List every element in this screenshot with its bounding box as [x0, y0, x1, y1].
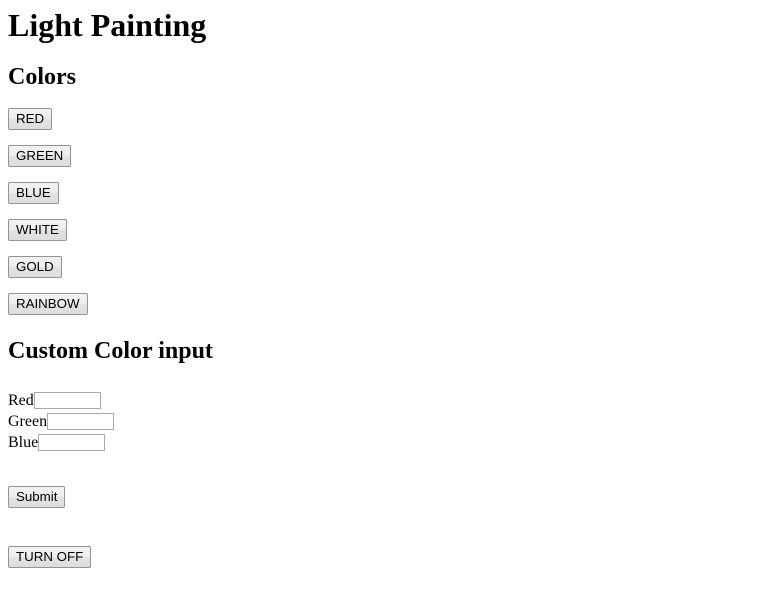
green-input[interactable]: [47, 412, 115, 430]
white-button[interactable]: WHITE: [8, 218, 67, 241]
red-button[interactable]: RED: [8, 107, 53, 130]
rainbow-button[interactable]: RAINBOW: [8, 292, 88, 315]
green-field-label: Green: [8, 412, 48, 430]
turn-off-button[interactable]: TURN OFF: [8, 545, 92, 568]
blue-button[interactable]: BLUE: [8, 181, 59, 204]
green-button[interactable]: GREEN: [8, 144, 72, 167]
red-field-row: Red: [8, 390, 750, 411]
red-field-label: Red: [8, 391, 34, 409]
red-input[interactable]: [33, 391, 101, 409]
custom-color-form: Red Green Blue Submit: [8, 390, 750, 508]
turn-off-row: TURN OFF: [8, 545, 750, 568]
blue-input[interactable]: [38, 433, 106, 451]
custom-color-section-heading: Custom Color input: [8, 337, 213, 364]
submit-button[interactable]: Submit: [8, 485, 66, 508]
gold-button[interactable]: GOLD: [8, 255, 62, 278]
blue-field-label: Blue: [8, 433, 39, 451]
colors-section-heading: Colors: [8, 64, 76, 91]
color-button-list: RED GREEN BLUE WHITE GOLD RAINBOW: [8, 107, 750, 315]
blue-field-row: Blue: [8, 432, 750, 453]
submit-row: Submit: [8, 485, 750, 508]
green-field-row: Green: [8, 411, 750, 432]
page-title: Light Painting: [8, 7, 207, 43]
page-root: Light Painting Colors RED GREEN BLUE WHI…: [0, 0, 758, 576]
